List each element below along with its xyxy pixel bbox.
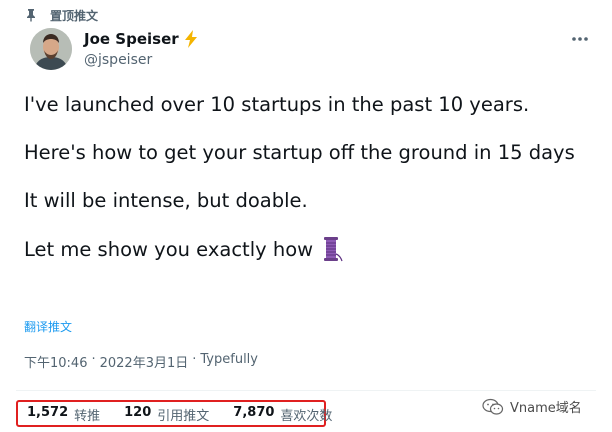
stat-likes[interactable]: 7,870 喜欢次数 [233,405,332,424]
thread-spool-icon [324,237,343,262]
tweet-paragraph-last: Let me show you exactly how [24,236,594,262]
pinned-indicator: 置顶推文 [24,6,98,24]
stat-label: 转推 [74,409,101,424]
stat-count: 120 [124,405,152,420]
tweet-meta: 下午10:46 · 2022年3月1日 · Typefully [24,352,258,371]
stat-label: 喜欢次数 [280,409,333,424]
meta-separator: · [192,352,197,367]
wechat-icon [482,398,504,415]
author-name-row[interactable]: Joe Speiser [84,30,199,48]
watermark: Vname域名 [482,397,582,416]
meta-separator: · [91,352,96,367]
tweet-source[interactable]: Typefully [200,352,258,371]
stat-count: 7,870 [233,405,275,420]
watermark-text: Vname域名 [510,401,582,416]
tweet-date[interactable]: 2022年3月1日 [100,352,189,371]
pinned-label: 置顶推文 [50,8,99,23]
stat-count: 1,572 [27,405,69,420]
translate-tweet-link[interactable]: 翻译推文 [24,318,72,335]
author-handle[interactable]: @jspeiser [84,52,152,68]
stat-label: 引用推文 [157,409,210,424]
more-horizontal-icon[interactable] [570,33,590,45]
tweet-paragraph: I've launched over 10 startups in the pa… [24,93,530,116]
divider [16,390,596,391]
avatar[interactable] [30,28,72,70]
tweet-text: I've launched over 10 startups in the pa… [24,92,594,262]
tweet-paragraph: It will be intense, but doable. [24,189,308,212]
tweet-paragraph: Let me show you exactly how [24,237,314,261]
author-name[interactable]: Joe Speiser [84,30,179,48]
tweet-paragraph: Here's how to get your startup off the g… [24,141,575,164]
tweet-time[interactable]: 下午10:46 [24,352,87,371]
stat-retweets[interactable]: 1,572 转推 [27,405,100,424]
stat-quote-tweets[interactable]: 120 引用推文 [124,405,209,424]
tweet-stats: 1,572 转推 120 引用推文 7,870 喜欢次数 [27,405,332,424]
pin-icon [27,9,35,22]
lightning-bolt-icon [184,30,197,48]
avatar-image [30,28,72,70]
